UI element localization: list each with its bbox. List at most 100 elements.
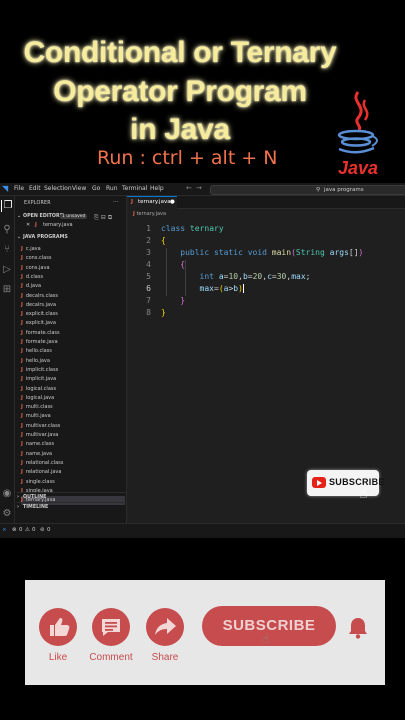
close-icon[interactable]: ✕	[26, 221, 30, 229]
warning-icon[interactable]: ⚠	[25, 524, 30, 536]
error-count: 0	[19, 527, 23, 533]
share-button[interactable]	[146, 608, 184, 646]
java-file-icon: J	[21, 376, 23, 383]
menu-terminal[interactable]: Terminal	[122, 184, 147, 194]
java-logo-text: Java	[338, 158, 378, 178]
explorer-files-icon[interactable]: ❐	[1, 200, 14, 212]
java-file-icon: J	[131, 199, 134, 205]
file-tree-item[interactable]: Jmulti.java	[21, 412, 125, 421]
file-tree-label: multi.java	[25, 413, 51, 420]
timeline-section[interactable]: › TIMELINE	[17, 502, 126, 510]
file-tree-item[interactable]: Jlogical.java	[21, 394, 125, 403]
file-tree-item[interactable]: Jd.java	[21, 282, 125, 291]
more-actions-icon[interactable]: ···	[113, 199, 119, 206]
code-line-4[interactable]: {	[161, 260, 185, 269]
account-icon[interactable]: ◉	[1, 488, 13, 500]
java-file-icon: J	[21, 255, 23, 262]
file-tree-label: single.class	[25, 478, 55, 485]
menu-go[interactable]: Go	[92, 184, 100, 194]
file-tree-item[interactable]: Jimplicit.java	[21, 375, 125, 384]
code-line-7[interactable]: }	[161, 296, 185, 305]
file-tree-item[interactable]: Jhello.java	[21, 357, 125, 366]
file-tree-item[interactable]: Jsingle.class	[21, 478, 125, 487]
extensions-icon[interactable]: ⊞	[1, 284, 13, 296]
outline-section[interactable]: › OUTLINE	[17, 492, 126, 500]
file-tree-item[interactable]: Jexplicit.class	[21, 310, 125, 319]
file-tree-item[interactable]: Jhello.class	[21, 347, 125, 356]
file-tree-item[interactable]: Jname.class	[21, 440, 125, 449]
folder-section[interactable]: ⌄ JAVA PROGRAMS	[17, 235, 68, 240]
open-editor-item[interactable]: ✕ J ternary.java	[15, 221, 126, 229]
file-tree-item[interactable]: Jdecalrs.java	[21, 301, 125, 310]
unsaved-dot-icon[interactable]: ●	[170, 197, 175, 208]
vscode-logo-icon: ◥	[2, 184, 9, 193]
search-icon[interactable]: ⚲	[1, 224, 13, 236]
file-tree-item[interactable]: Jcons.java	[21, 264, 125, 273]
code-line-5[interactable]: int a=10,b=20,c=30,max;	[161, 272, 311, 281]
back-arrow-icon[interactable]: ←	[186, 184, 192, 192]
java-file-icon: J	[21, 246, 23, 252]
code-line-1[interactable]: class ternary	[161, 224, 224, 233]
java-file-icon: J	[21, 432, 23, 438]
java-file-icon: J	[21, 394, 23, 401]
video-title-banner: Conditional or Ternary Operator Program …	[0, 0, 405, 182]
file-tree-item[interactable]: Jcons.class	[21, 254, 125, 263]
remote-icon[interactable]: ⨯	[2, 524, 7, 536]
java-file-icon: J	[21, 478, 23, 485]
file-tree-item[interactable]: Jname.java	[21, 450, 125, 459]
file-tree-label: multi.class	[25, 404, 53, 411]
breadcrumb[interactable]: J ternary.java	[133, 211, 166, 217]
ports-icon[interactable]: ⊚	[40, 524, 45, 536]
file-tree-label: decalrs.java	[25, 301, 57, 308]
like-button[interactable]	[39, 608, 77, 646]
file-tree-label: hello.java	[25, 357, 50, 364]
menu-file[interactable]: File	[14, 184, 24, 194]
forward-arrow-icon[interactable]: →	[196, 184, 202, 192]
file-tree-label: name.java	[25, 450, 53, 457]
java-file-icon: J	[21, 329, 23, 336]
settings-gear-icon[interactable]: ⚙	[1, 508, 13, 520]
code-line-8[interactable]: }	[161, 308, 166, 317]
file-tree-label: multivar.class	[25, 422, 61, 429]
java-file-icon: J	[21, 366, 23, 373]
file-tree-item[interactable]: Jformate.class	[21, 329, 125, 338]
menu-edit[interactable]: Edit	[29, 184, 41, 194]
comment-button[interactable]	[92, 608, 130, 646]
file-tree-item[interactable]: Jmultivar.class	[21, 422, 125, 431]
menu-selection[interactable]: Selection	[44, 184, 72, 194]
file-tree-item[interactable]: Jimplicit.class	[21, 366, 125, 375]
file-tree-label: name.class	[25, 441, 55, 448]
file-tree-item[interactable]: Jmulti.class	[21, 403, 125, 412]
file-tree-item[interactable]: Jexplicit.java	[21, 319, 125, 328]
file-tree-item[interactable]: Jrelational.class	[21, 459, 125, 468]
java-file-icon: J	[21, 469, 23, 476]
menu-view[interactable]: View	[72, 184, 86, 194]
line-number: 7	[146, 296, 151, 305]
file-tree-item[interactable]: Jlogical.class	[21, 385, 125, 394]
file-tree-item[interactable]: Jdecalrs.class	[21, 292, 125, 301]
file-tree-item[interactable]: Jc.java	[21, 245, 125, 254]
code-line-6[interactable]: max=(a>b)	[161, 284, 244, 293]
command-center-search[interactable]: ⚲ java programs	[210, 185, 405, 195]
code-line-3[interactable]: public static void main(String args[])	[161, 248, 363, 257]
file-tree-item[interactable]: Jmultivar.java	[21, 431, 125, 440]
code-line-2[interactable]: {	[161, 236, 166, 245]
subscribe-sticker[interactable]: SUBSCRIBE	[307, 470, 384, 496]
title-line-3: in Java	[130, 113, 230, 146]
menu-help[interactable]: Help	[150, 184, 164, 194]
file-tree-label: decalrs.class	[25, 292, 58, 299]
error-icon[interactable]: ⊗	[12, 524, 17, 536]
file-tree-item[interactable]: Jrelational.java	[21, 468, 125, 477]
file-tree-item[interactable]: Jd.class	[21, 273, 125, 282]
file-tree-item[interactable]: Jformate.java	[21, 338, 125, 347]
source-control-icon[interactable]: ⑂	[1, 244, 13, 256]
menu-run[interactable]: Run	[106, 184, 118, 194]
open-editors-label: OPEN EDITORS	[23, 214, 64, 219]
run-debug-icon[interactable]: ▷	[1, 264, 13, 276]
java-file-icon: J	[21, 292, 23, 299]
file-tree-label: formate.java	[25, 339, 58, 345]
tab-ternary-java[interactable]: J ternary.java ●	[127, 196, 177, 209]
java-file-icon: J	[21, 441, 23, 448]
bell-icon[interactable]	[341, 610, 375, 644]
open-editors-section[interactable]: ⌄ OPEN EDITORS	[17, 214, 63, 219]
